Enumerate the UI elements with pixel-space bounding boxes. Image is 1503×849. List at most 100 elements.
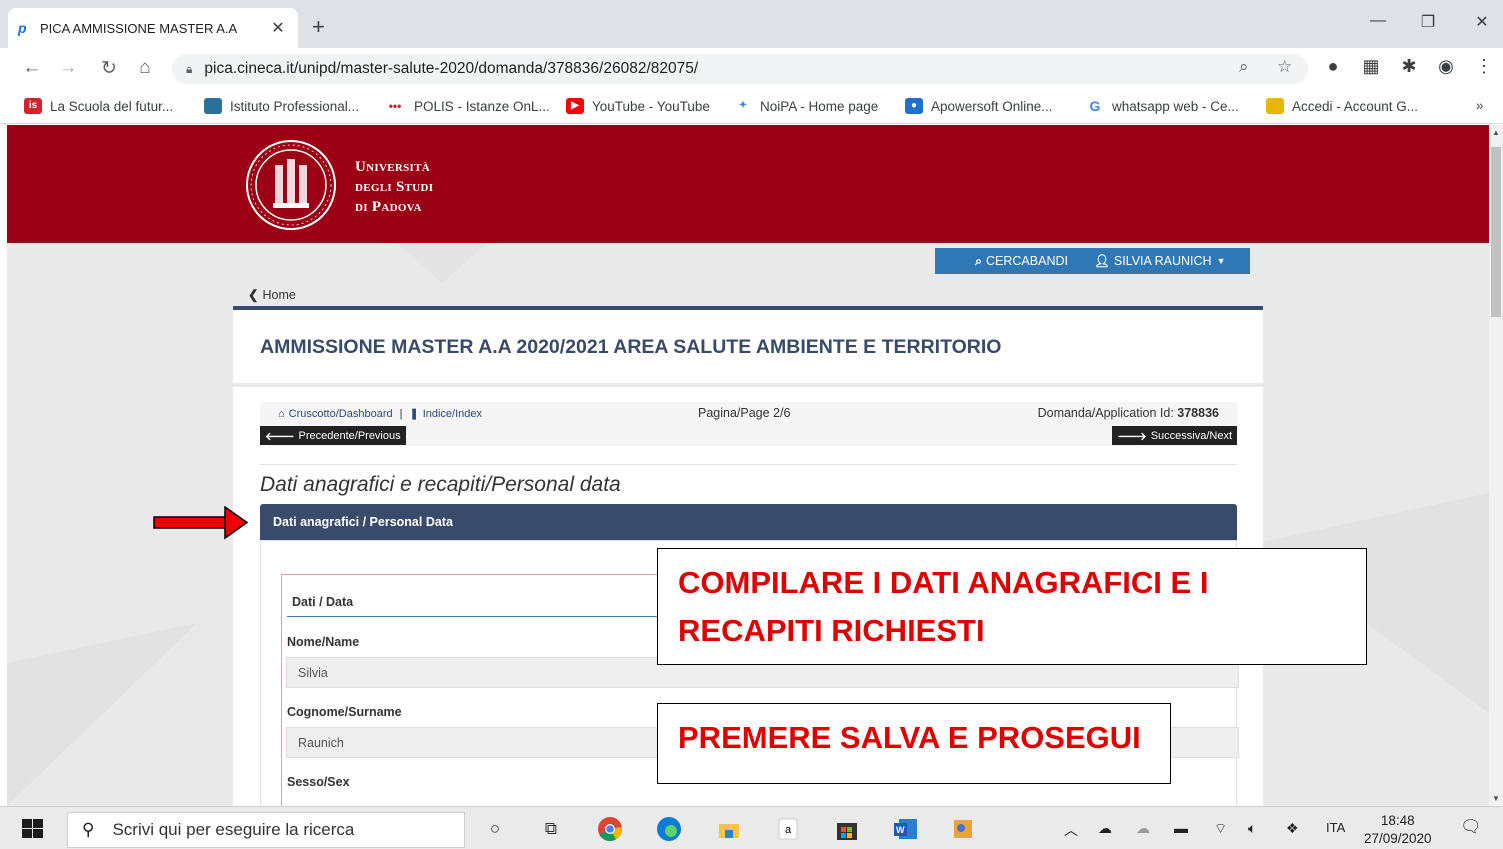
instruction-callout: COMPILARE I DATI ANAGRAFICI E I RECAPITI… [657,548,1367,665]
caret-down-icon: ▼ [1216,256,1226,266]
red-arrow-icon [153,506,249,540]
extension-grid-icon[interactable]: ▦ [1359,56,1383,77]
breadcrumb: ⌂ Cruscotto/Dashboard | ❚ Indice/Index [278,407,482,421]
university-name-line: di Padova [355,199,422,215]
apowersoft-icon: ● [905,98,923,114]
panel-header: Dati anagrafici / Personal Data [260,504,1237,540]
zoom-icon[interactable]: ⌕ [1239,57,1249,77]
bookmark-item[interactable]: Accedi - Account G... [1266,98,1418,114]
new-tab-button[interactable]: + [312,14,325,40]
university-name: Università degli Studi di Padova [355,157,433,217]
previous-button[interactable]: 🡐 Precedente/Previous [260,426,406,445]
bookmark-label: Accedi - Account G... [1292,98,1419,114]
user-nav-bar: ⌕ CERCABANDI 👤︎ SILVIA RAUNICH ▼ [935,248,1250,274]
word-icon[interactable]: W [893,816,919,842]
page-scrollbar[interactable]: ▲ ▼ [1489,125,1503,806]
cloud-icon[interactable]: ☁ [1136,820,1150,837]
store-icon[interactable] [834,816,860,842]
close-window-icon[interactable]: ✕ [1462,12,1502,32]
section-title: Dati anagrafici e recapiti/Personal data [260,473,621,496]
address-bar[interactable]: 🔒︎ pica.cineca.it/unipd/master-salute-20… [172,54,1308,84]
next-button[interactable]: 🡒 Successiva/Next [1112,426,1237,445]
url-text: pica.cineca.it/unipd/master-salute-2020/… [204,60,699,77]
bookmark-item[interactable]: G whatsapp web - Ce... [1086,98,1239,114]
svg-text:W: W [896,825,905,835]
back-arrow-icon[interactable]: ← [19,57,45,79]
bookmark-label: La Scuola del futur... [50,98,174,114]
dashboard-link[interactable]: Cruscotto/Dashboard [289,408,393,420]
browser-tab[interactable]: p PICA AMMISSIONE MASTER A.A ✕ [8,8,298,48]
bookmark-item[interactable]: is La Scuola del futur... [24,98,173,114]
search-placeholder: Scrivi qui per eseguire la ricerca [112,820,355,839]
home-link[interactable]: ❮ Home [248,287,296,302]
noipa-icon: ✦ [738,100,748,111]
profile-avatar-icon[interactable]: ◉ [1434,56,1458,77]
user-menu-dropdown[interactable]: 👤︎ SILVIA RAUNICH ▼ [1094,254,1226,269]
reload-icon[interactable]: ↻ [96,57,122,80]
bookmark-label: Istituto Professional... [230,98,360,114]
user-icon: 👤︎ [1093,253,1110,268]
taskbar-search-input[interactable]: ⚲ Scrivi qui per eseguire la ricerca [67,812,465,848]
dropbox-icon[interactable]: ❖ [1286,820,1299,837]
menu-kebab-icon[interactable]: ⋮ [1472,56,1496,77]
bookmark-item[interactable]: Istituto Professional... [204,98,359,114]
home-icon: ⌂ [278,407,285,420]
scroll-up-icon[interactable]: ▲ [1492,128,1500,137]
volume-icon[interactable]: 🔈︎ [1248,820,1256,837]
youtube-icon: ▶ [566,98,584,114]
chevron-left-icon: ❮ [248,288,259,302]
paint-app-icon[interactable] [950,816,976,842]
forward-arrow-icon[interactable]: → [55,57,81,79]
bookmark-item[interactable]: ••• POLIS - Istanze OnL... [384,98,550,114]
university-seal-icon [246,140,336,230]
bookmark-label: Apowersoft Online... [931,98,1053,114]
file-explorer-icon[interactable] [716,816,742,842]
windows-start-icon[interactable] [22,819,44,839]
scroll-down-icon[interactable]: ▼ [1492,794,1500,803]
bookmark-label: YouTube - YouTube [592,98,710,114]
page-title: AMMISSIONE MASTER A.A 2020/2021 AREA SAL… [260,336,1002,358]
cognome-label: Cognome/Surname [287,705,402,719]
task-view-icon[interactable]: ⧉ [538,816,564,842]
search-icon: ⚲ [82,820,95,839]
battery-icon[interactable]: ▬ [1174,820,1188,836]
extensions-puzzle-icon[interactable]: ✱ [1397,56,1421,77]
next-label: Successiva/Next [1150,429,1232,442]
onedrive-icon[interactable]: ☁ [1098,820,1112,837]
home-icon[interactable]: ⌂ [132,57,158,79]
cercabandi-link[interactable]: ⌕ CERCABANDI [975,254,1068,269]
save-instruction-callout: PREMERE SALVA E PROSEGUI [657,703,1171,784]
tab-close-icon[interactable]: ✕ [268,18,288,38]
scuola-futuro-icon: is [24,98,42,114]
tray-chevron-up-icon[interactable]: ︿ [1064,820,1078,840]
application-id: Domanda/Application Id: 378836 [1038,406,1219,420]
bookmark-label: whatsapp web - Ce... [1112,98,1239,114]
bookmark-item[interactable]: ✦ NoiPA - Home page [734,98,879,114]
index-link[interactable]: Indice/Index [423,408,482,420]
svg-text:a: a [785,824,792,836]
minimize-icon[interactable]: — [1358,12,1398,30]
chrome-icon[interactable] [597,816,623,842]
fieldset-legend: Dati / Data [287,595,717,617]
scrollbar-thumb[interactable] [1491,147,1501,317]
bookmarks-overflow-button[interactable]: » [1476,98,1484,113]
language-indicator[interactable]: ITA [1326,820,1345,835]
bookmark-item[interactable]: ● Apowersoft Online... [905,98,1053,114]
extension-circle-icon[interactable]: ● [1321,56,1345,77]
wifi-icon[interactable]: ⌔ [1214,820,1227,838]
browser-tab-bar: p PICA AMMISSIONE MASTER A.A ✕ + — ❐ ✕ [0,0,1503,48]
amazon-icon[interactable]: a [775,816,801,842]
bookmark-icon: ❚ [409,408,419,420]
university-name-line: degli Studi [355,179,434,195]
edge-icon[interactable] [656,816,682,842]
restore-icon[interactable]: ❐ [1408,12,1448,32]
home-label: Home [262,288,296,302]
bookmark-label: POLIS - Istanze OnL... [414,98,550,114]
notifications-icon[interactable]: 🗨︎ [1460,817,1482,837]
bookmark-item[interactable]: ▶ YouTube - YouTube [566,98,710,114]
instruction-line: PREMERE SALVA E PROSEGUI [678,720,1141,755]
cortana-icon[interactable]: ○ [482,816,508,842]
bookmark-star-icon[interactable]: ☆ [1277,57,1292,77]
taskbar-clock[interactable]: 18:48 27/09/2020 [1364,812,1432,848]
lock-icon: 🔒︎ [186,61,193,76]
